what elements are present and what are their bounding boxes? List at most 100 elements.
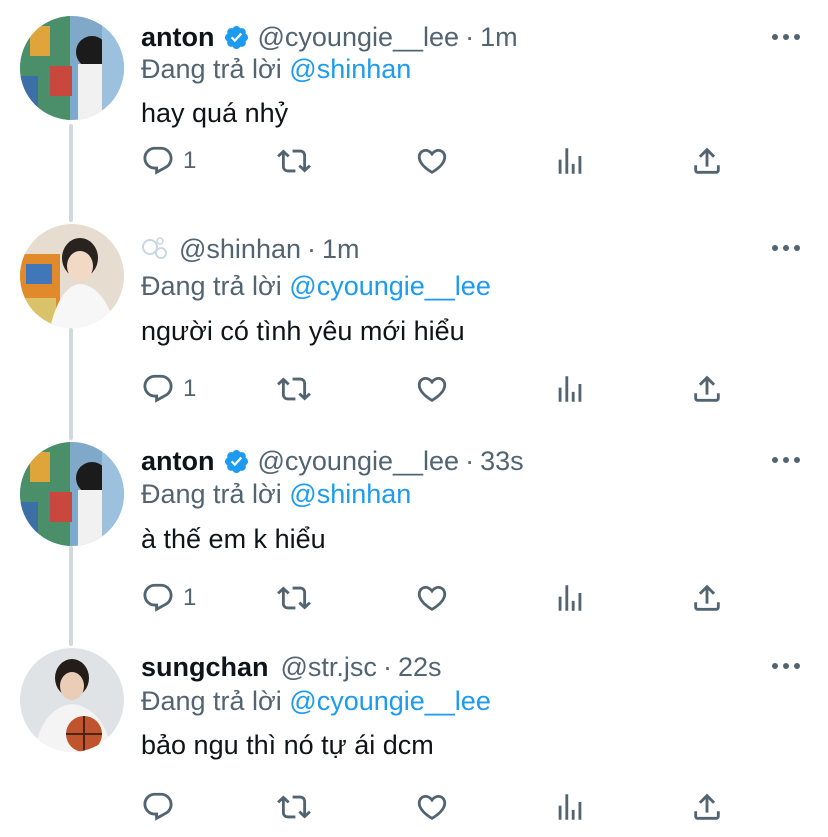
display-name[interactable]: anton xyxy=(141,20,215,54)
share-icon xyxy=(690,144,724,178)
tweet-header: sungchan @str.jsc · 22s xyxy=(141,650,441,684)
replying-to-label: Đang trả lời xyxy=(141,479,282,509)
timestamp[interactable]: 1m xyxy=(480,20,518,54)
reply-button[interactable]: 1 xyxy=(141,578,196,618)
user-handle[interactable]: @cyoungie__lee xyxy=(258,444,460,478)
display-name[interactable]: anton xyxy=(141,444,215,478)
separator-dot: · xyxy=(382,652,392,682)
stats-icon xyxy=(553,581,587,615)
view-stats-button[interactable] xyxy=(553,369,587,409)
verified-badge-icon xyxy=(223,24,250,51)
avatar-anton-icon xyxy=(20,442,124,546)
more-options-icon[interactable] xyxy=(772,244,800,252)
share-icon xyxy=(690,581,724,615)
more-options-icon[interactable] xyxy=(772,662,800,670)
view-stats-button[interactable] xyxy=(553,578,587,618)
tweet-text: à thế em k hiểu xyxy=(141,524,326,554)
heart-icon xyxy=(415,144,449,178)
replying-to: Đang trả lời @cyoungie__lee xyxy=(141,684,491,718)
replying-to: Đang trả lời @cyoungie__lee xyxy=(141,269,491,303)
like-button[interactable] xyxy=(415,369,449,409)
mention-link[interactable]: @cyoungie__lee xyxy=(289,686,491,716)
share-icon xyxy=(690,372,724,406)
view-stats-button[interactable] xyxy=(553,141,587,181)
avatar[interactable] xyxy=(20,442,124,546)
share-button[interactable] xyxy=(690,787,724,827)
tweet-text: người có tình yêu mới hiểu xyxy=(141,316,465,346)
tweet-actions: 1 xyxy=(141,578,741,618)
reply-button[interactable] xyxy=(141,787,183,827)
share-button[interactable] xyxy=(690,369,724,409)
retweet-icon xyxy=(277,790,311,824)
tweet-header: anton @cyoungie__lee · 1m xyxy=(141,20,518,54)
more-options-icon[interactable] xyxy=(772,33,800,41)
reply-count: 1 xyxy=(183,584,197,611)
replying-to-label: Đang trả lời xyxy=(141,686,282,716)
tweet-text: hay quá nhỷ xyxy=(141,98,289,128)
share-button[interactable] xyxy=(690,141,724,181)
avatar-shinhan-icon xyxy=(20,224,124,328)
reply-button[interactable]: 1 xyxy=(141,141,196,181)
tweet-header: @shinhan · 1m xyxy=(141,232,360,266)
user-handle[interactable]: @shinhan xyxy=(179,232,301,266)
avatar-sungchan-icon xyxy=(20,648,124,752)
tweet-actions xyxy=(141,787,741,827)
replying-to: Đang trả lời @shinhan xyxy=(141,52,411,86)
tweet-item[interactable]: anton @cyoungie__lee · 33s Đang trả lời … xyxy=(0,426,828,631)
heart-icon xyxy=(415,790,449,824)
retweet-icon xyxy=(277,144,311,178)
replying-to: Đang trả lời @shinhan xyxy=(141,477,411,511)
like-button[interactable] xyxy=(415,787,449,827)
user-handle[interactable]: @cyoungie__lee xyxy=(258,20,460,54)
reply-button[interactable]: 1 xyxy=(141,369,196,409)
reply-count: 1 xyxy=(183,375,197,402)
tweet-actions: 1 xyxy=(141,369,741,409)
bubbles-emoji-icon xyxy=(142,237,167,259)
view-stats-button[interactable] xyxy=(553,787,587,827)
tweet-item[interactable]: anton @cyoungie__lee · 1m Đang trả lời @… xyxy=(0,0,828,205)
reply-icon xyxy=(141,581,175,615)
retweet-icon xyxy=(277,581,311,615)
retweet-button[interactable] xyxy=(277,141,311,181)
timestamp[interactable]: 33s xyxy=(480,444,524,478)
like-button[interactable] xyxy=(415,141,449,181)
avatar[interactable] xyxy=(20,16,124,120)
tweet-text: bảo ngu thì nó tự ái dcm xyxy=(141,730,434,760)
verified-badge-icon xyxy=(223,448,250,475)
timestamp[interactable]: 22s xyxy=(398,650,442,684)
replying-to-label: Đang trả lời xyxy=(141,54,282,84)
display-name[interactable]: sungchan xyxy=(141,650,269,684)
separator-dot: · xyxy=(307,234,316,264)
tweet-actions: 1 xyxy=(141,141,741,181)
retweet-icon xyxy=(277,372,311,406)
user-handle[interactable]: @str.jsc xyxy=(281,650,377,684)
heart-icon xyxy=(415,581,449,615)
separator-dot: · xyxy=(465,22,475,52)
avatar[interactable] xyxy=(20,648,124,752)
avatar-anton-icon xyxy=(20,16,124,120)
retweet-button[interactable] xyxy=(277,578,311,618)
tweet-item[interactable]: @shinhan · 1m Đang trả lời @cyoungie__le… xyxy=(0,218,828,423)
stats-icon xyxy=(553,790,587,824)
retweet-button[interactable] xyxy=(277,369,311,409)
heart-icon xyxy=(415,372,449,406)
tweet-item[interactable]: sungchan @str.jsc · 22s Đang trả lời @cy… xyxy=(0,632,828,837)
stats-icon xyxy=(553,144,587,178)
replying-to-label: Đang trả lời xyxy=(141,271,282,301)
like-button[interactable] xyxy=(415,578,449,618)
stats-icon xyxy=(553,372,587,406)
mention-link[interactable]: @shinhan xyxy=(289,479,411,509)
share-icon xyxy=(690,790,724,824)
reply-icon xyxy=(141,144,175,178)
reply-count: 1 xyxy=(183,147,197,174)
mention-link[interactable]: @shinhan xyxy=(289,54,411,84)
separator-dot: · xyxy=(465,446,475,476)
timestamp[interactable]: 1m xyxy=(322,232,360,266)
share-button[interactable] xyxy=(690,578,724,618)
avatar[interactable] xyxy=(20,224,124,328)
more-options-icon[interactable] xyxy=(772,456,800,464)
reply-icon xyxy=(141,372,175,406)
mention-link[interactable]: @cyoungie__lee xyxy=(289,271,491,301)
retweet-button[interactable] xyxy=(277,787,311,827)
tweet-header: anton @cyoungie__lee · 33s xyxy=(141,444,524,478)
